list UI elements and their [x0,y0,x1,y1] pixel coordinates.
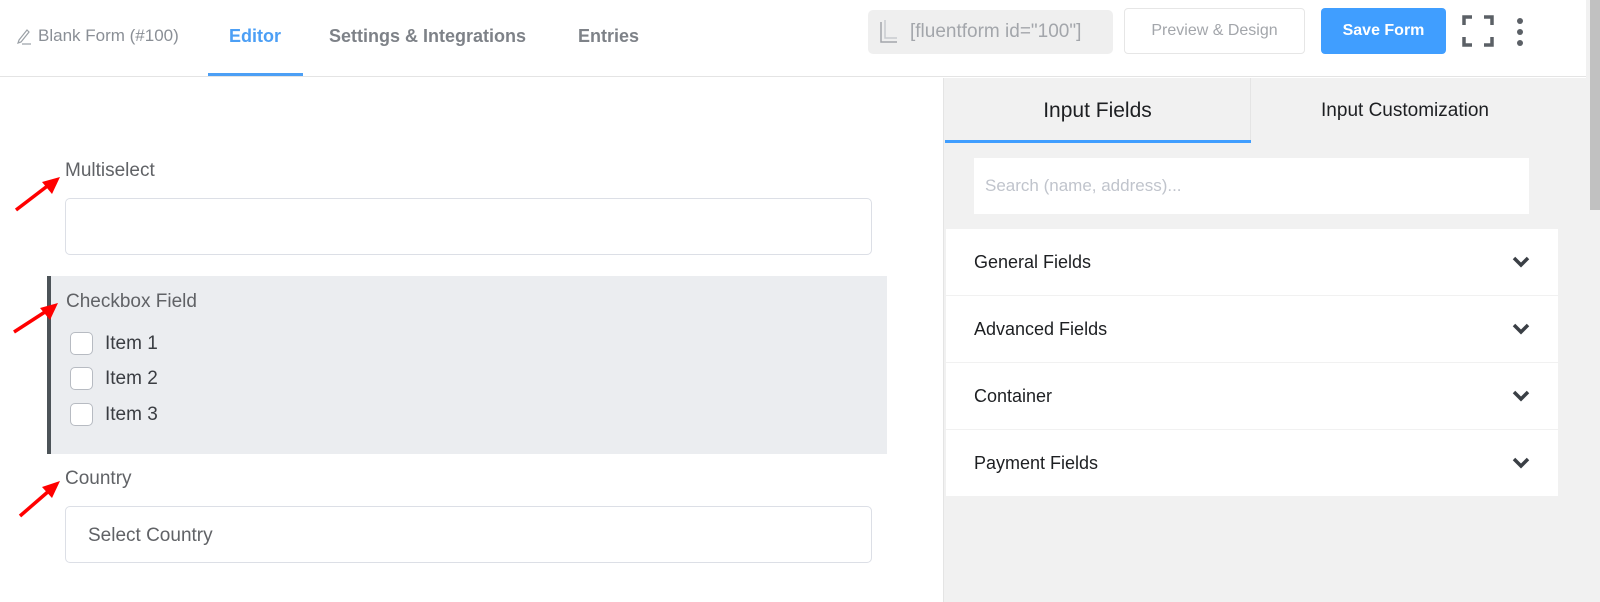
form-editor-canvas: Multiselect Checkbox Field Item 1 Item 2… [0,78,942,602]
section-payment-fields[interactable]: Payment Fields [946,430,1558,496]
checkbox-item-label: Item 2 [105,367,158,389]
chevron-down-icon [1512,256,1530,268]
tab-editor[interactable]: Editor [229,26,281,47]
country-select[interactable]: Select Country [65,506,872,563]
section-label: Advanced Fields [974,318,1108,339]
annotation-arrow-icon [18,481,60,518]
checkbox-field-label: Checkbox Field [66,291,197,312]
checkbox-field-block[interactable]: Checkbox Field Item 1 Item 2 Item 3 [47,276,887,454]
shortcode-copy[interactable]: [fluentform id="100"] [868,10,1113,54]
pencil-icon [17,29,31,45]
section-container[interactable]: Container [946,363,1558,429]
copy-icon [880,20,897,43]
fullscreen-icon[interactable] [1462,15,1494,47]
tab-input-fields[interactable]: Input Fields [945,78,1251,143]
tab-input-customization[interactable]: Input Customization [1251,78,1559,143]
checkbox[interactable] [70,332,93,355]
section-label: Container [974,385,1053,406]
checkbox-item[interactable]: Item 3 [70,403,158,426]
top-bar: Blank Form (#100) Editor Settings & Inte… [0,0,1586,77]
active-sidebar-tab-indicator [945,140,1251,143]
chevron-down-icon [1512,390,1530,402]
scrollbar-thumb[interactable] [1590,0,1600,210]
section-advanced-fields[interactable]: Advanced Fields [946,296,1558,362]
checkbox[interactable] [70,403,93,426]
more-options-icon[interactable] [1512,17,1528,47]
save-form-button[interactable]: Save Form [1321,8,1446,54]
checkbox-item[interactable]: Item 1 [70,332,158,355]
multiselect-label: Multiselect [65,160,155,181]
chevron-down-icon [1512,323,1530,335]
preview-design-button[interactable]: Preview & Design [1124,8,1305,54]
checkbox-item[interactable]: Item 2 [70,367,158,390]
section-label: Payment Fields [974,452,1099,473]
shortcode-text: [fluentform id="100"] [910,21,1082,42]
field-search-input[interactable] [974,158,1529,214]
section-label: General Fields [974,251,1092,272]
annotation-arrow-icon [13,303,58,334]
form-title[interactable]: Blank Form (#100) [16,26,179,46]
active-tab-indicator [208,73,303,76]
checkbox-item-label: Item 1 [105,332,158,354]
annotation-arrow-icon [14,177,60,212]
country-select-placeholder: Select Country [88,525,213,546]
chevron-down-icon [1512,457,1530,469]
form-title-text: Blank Form (#100) [38,26,179,45]
checkbox[interactable] [70,367,93,390]
tab-entries[interactable]: Entries [578,26,639,47]
checkbox-item-label: Item 3 [105,403,158,425]
country-label: Country [65,468,132,489]
tab-settings-integrations[interactable]: Settings & Integrations [329,26,526,47]
multiselect-input[interactable] [65,198,872,255]
fields-sidebar: Input Fields Input Customization General… [943,78,1586,602]
section-general-fields[interactable]: General Fields [946,229,1558,295]
